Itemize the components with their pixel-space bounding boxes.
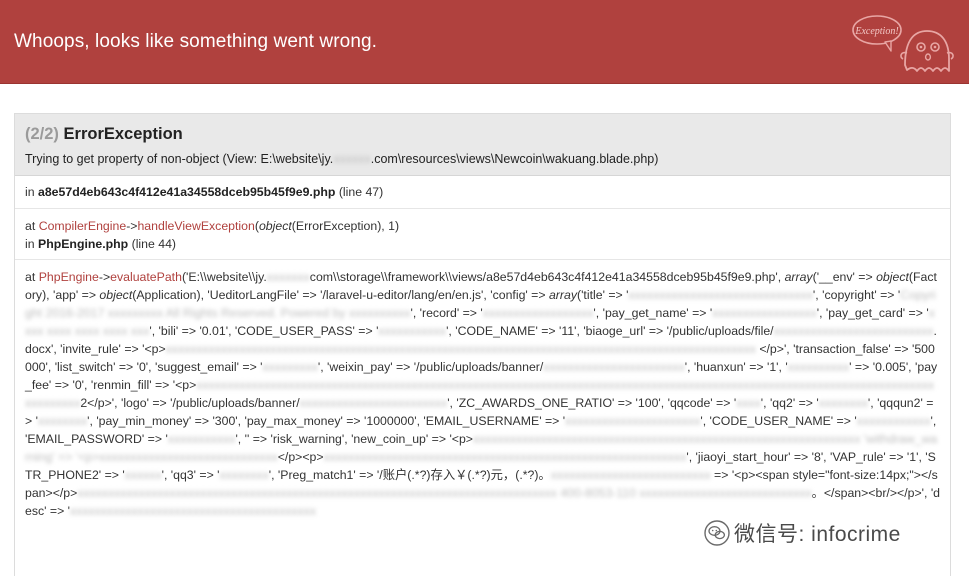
arg-text: ', 'pay_get_name' => ' (593, 306, 713, 320)
exception-count: (2/2) (25, 125, 59, 143)
arg-text: ', 'copyright' => ' (812, 288, 901, 302)
trace-arg-rest: (ErrorException), 1) (291, 219, 400, 233)
watermark-text: 微信号: infocrime (734, 523, 901, 546)
arg-type-keyword: object (876, 270, 909, 284)
arg-text: ', 'CODE_NAME' => '11', 'biaoge_url' => … (446, 324, 774, 338)
arg-text: (Application), 'UeditorLangFile' => '/la… (132, 288, 549, 302)
redacted-value: xxxxxxxxxxxxxxxxxxxxxxxxxxxxxxxxxxxxxxxx… (165, 342, 756, 356)
redacted-value: xxxxxx (124, 468, 162, 482)
trace-method-name: handleViewException (137, 219, 255, 233)
redacted-value: xxxxxxxxxxxxxxxxxxxxxxxxxx (550, 468, 711, 482)
trace-method-name: evaluatePath (110, 270, 182, 284)
error-header: Whoops, looks like something went wrong.… (0, 0, 969, 84)
trace-class-name: PhpEngine (38, 270, 99, 284)
trace-file-name: PhpEngine.php (38, 237, 129, 251)
redacted-value: xxxxxxxxx (262, 360, 318, 374)
arg-text: ('title' => ' (576, 288, 629, 302)
trace-line-number: (line 44) (131, 237, 177, 251)
arg-text: ', 'qq3' => ' (161, 468, 220, 482)
trace-frame-compiler-engine[interactable]: at CompilerEngine->handleViewException(o… (15, 209, 950, 260)
trace-line-number: (line 47) (338, 185, 384, 199)
redacted-value: xxxxxxxx (37, 414, 88, 428)
redacted-value: xxxxxxxxxxxxxxxxxxxxxxxxxxxxxxxxxxxxxxxx (70, 504, 316, 518)
arg-text: ', 'huanxun' => '1', ' (684, 360, 788, 374)
header-title: Whoops, looks like something went wrong. (14, 31, 378, 52)
arg-text: ('__env' => (812, 270, 877, 284)
arg-text: ', '' => 'risk_warning', 'new_coin_up' =… (235, 432, 473, 446)
redacted-value: xxxxxxxxxxxxxxxxxxxxxxxxxxxxxxxxxxxxxxxx… (323, 450, 687, 464)
arg-type-keyword: array (784, 270, 813, 284)
arg-text: </p><p> (277, 450, 324, 464)
arg-text: ', 'Preg_match1' => '/账户(.*?)存入￥(.*?)元，(… (268, 468, 551, 482)
message-prefix: Trying to get property of non-object (Vi… (25, 152, 334, 166)
arg-type-keyword: object (99, 288, 133, 302)
arg-text: ', 'qq2' => ' (760, 396, 819, 410)
trace-arrow: -> (126, 219, 138, 233)
redacted-value: xxxxxxxxxxxxxxxxxxxxxxxxxx (773, 324, 934, 338)
arg-text: 2</p>', 'logo' => '/public/uploads/banne… (80, 396, 300, 410)
exception-header: (2/2) ErrorException Trying to get prope… (15, 114, 950, 176)
redacted-value: xxxxxxxxxxxxxxxxxxxxxxxxxxxxxxxxxxxxxxxx… (77, 486, 812, 500)
redacted-value: xxxx (736, 396, 761, 410)
arg-text: com\\storage\\framework\\views/a8e57d4eb… (309, 270, 785, 284)
trace-in-label: in (25, 237, 35, 251)
trace-arguments: ('E:\\website\\jy.xxxxxxxcom\\storage\\f… (25, 270, 940, 518)
wechat-icon (704, 520, 730, 546)
redacted-value: xxxxxxxx (219, 468, 269, 482)
exception-panel: (2/2) ErrorException Trying to get prope… (14, 113, 951, 576)
redacted-value: xxxxxxxxxxxx (856, 414, 931, 428)
trace-arg-type: object (258, 219, 292, 233)
arg-text: ', 'weixin_pay' => '/public/uploads/bann… (317, 360, 544, 374)
arg-text: ', 'pay_get_card' => ' (816, 306, 929, 320)
trace-arrow: -> (98, 270, 111, 284)
arg-text: ', 'record' => ' (410, 306, 483, 320)
redacted-value: xxxxxxxxxxxxxxxxxxxxxxxxxxxxxx (628, 288, 813, 302)
exception-message: Trying to get property of non-object (Vi… (25, 152, 940, 166)
wechat-watermark: 微信号: infocrime (700, 518, 905, 548)
redacted-value: xxxxxxxxxxxxxxxxxxxxxxxx (299, 396, 448, 410)
message-suffix: .com\resources\views\Newcoin\wakuang.bla… (370, 152, 659, 166)
redacted-value: xxxxxxxxxx (787, 360, 850, 374)
trace-call-line: at CompilerEngine->handleViewException(o… (25, 217, 940, 235)
arg-type-keyword: array (548, 288, 577, 302)
trace-location-line: in PhpEngine.php (line 44) (25, 235, 940, 253)
redacted-value: xxxxxxxx (818, 396, 868, 410)
arg-text: ', 'pay_min_money' => '300', 'pay_max_mo… (87, 414, 566, 428)
message-redacted: xxxxxx (333, 152, 371, 166)
arg-text: ', 'CODE_USER_NAME' => ' (700, 414, 857, 428)
trace-file-name: a8e57d4eb643c4f412e41a34558dceb95b45f9e9… (38, 185, 336, 199)
trace-frame-file[interactable]: in a8e57d4eb643c4f412e41a34558dceb95b45f… (15, 176, 950, 209)
arg-text: ('E:\\website\\jy. (181, 270, 267, 284)
arg-text: ', 'bili' => '0.01', 'CODE_USER_PASS' =>… (149, 324, 379, 338)
redacted-value: xxxxxxxxxxx (378, 324, 447, 338)
trace-in-label: in (25, 185, 35, 199)
exception-title: (2/2) ErrorException (25, 123, 940, 145)
redacted-value: xxxxxxxxxxx (167, 432, 236, 446)
trace-at-label: at (25, 219, 36, 233)
logo-label: Exception! (854, 26, 898, 37)
exception-ghost-logo: Exception! (852, 15, 954, 72)
trace-class-name: CompilerEngine (38, 219, 127, 233)
redacted-value: xxxxxxx (266, 270, 310, 284)
redacted-value: xxxxxxxxxxxxxxxxxx (482, 306, 594, 320)
trace-at-label: at (25, 270, 36, 284)
redacted-value: xxxxxxxxxxxxxxxxxxxxxxx (543, 360, 685, 374)
arg-text: ', 'ZC_AWARDS_ONE_RATIO' => '100', 'qqco… (447, 396, 737, 410)
redacted-value: xxxxxxxxxxxxxxxxxxxxxx (565, 414, 701, 428)
exception-type: ErrorException (63, 125, 183, 143)
redacted-value: xxxxxxxxxxxxxxxxx (712, 306, 817, 320)
